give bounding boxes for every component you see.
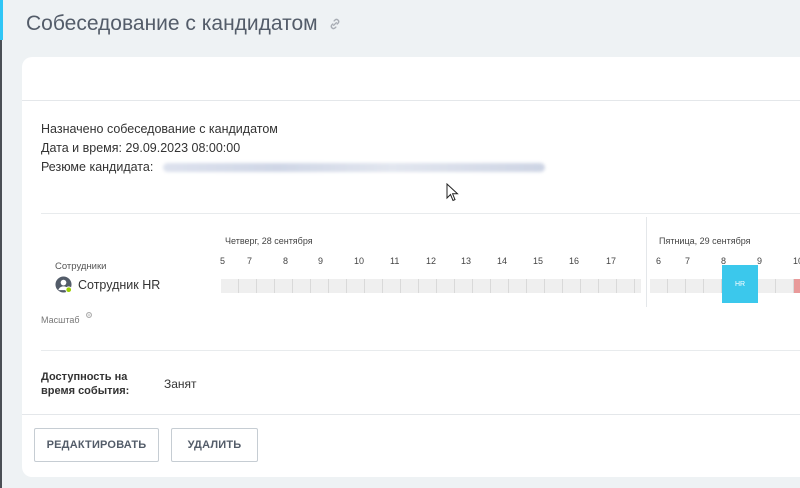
- timeline-track-thursday[interactable]: [221, 279, 641, 293]
- day-label-thursday: Четверг, 28 сентября: [225, 236, 313, 246]
- card-top-divider: [22, 100, 800, 101]
- footer-divider: [22, 414, 800, 415]
- left-edge-bar: [0, 40, 2, 488]
- event-card: Назначено собеседование с кандидатом Дат…: [22, 57, 800, 477]
- day-separator: [646, 217, 647, 307]
- availability-label-line: Доступность на: [41, 371, 128, 383]
- gear-icon[interactable]: [85, 311, 93, 319]
- resume-link-blurred[interactable]: [162, 163, 545, 173]
- hour-label: 11: [390, 256, 400, 266]
- scale-label: Масштаб: [41, 315, 80, 325]
- availability-divider: [41, 350, 800, 351]
- delete-button[interactable]: УДАЛИТЬ: [171, 428, 258, 462]
- hour-label: 7: [247, 256, 253, 266]
- page-header: Собеседование с кандидатом: [26, 12, 342, 36]
- mouse-cursor-icon: [446, 183, 459, 202]
- hour-label: 10: [354, 256, 365, 266]
- event-description: Назначено собеседование с кандидатом Дат…: [41, 120, 545, 177]
- staff-label: Сотрудники: [55, 261, 107, 272]
- availability-label: Доступность на время события:: [41, 371, 129, 398]
- hour-label: 12: [426, 256, 437, 266]
- hour-label: 15: [533, 256, 544, 266]
- busy-other-block[interactable]: [794, 279, 800, 293]
- hour-label: 13: [461, 256, 472, 266]
- busy-event-block[interactable]: HR: [722, 265, 758, 303]
- hour-label: 14: [497, 256, 508, 266]
- scale-control[interactable]: Масштаб: [41, 312, 93, 325]
- hour-label: 8: [283, 256, 289, 266]
- hour-label: 7: [685, 256, 691, 266]
- date-time-line: Дата и время: 29.09.2023 08:00:00: [41, 141, 241, 155]
- hour-label: 6: [656, 256, 662, 266]
- employee-name[interactable]: Сотрудник HR: [78, 278, 160, 292]
- link-icon[interactable]: [328, 17, 342, 31]
- hour-label: 17: [606, 256, 617, 266]
- hour-label: 16: [569, 256, 580, 266]
- hour-label: 10: [793, 256, 800, 266]
- availability-value: Занят: [164, 377, 197, 391]
- day-label-friday: Пятница, 29 сентября: [659, 236, 751, 246]
- edit-button[interactable]: РЕДАКТИРОВАТЬ: [34, 428, 159, 462]
- info-divider: [41, 213, 800, 214]
- employee-row: Сотрудник HR: [55, 276, 160, 293]
- hour-label: 5: [220, 256, 226, 266]
- user-avatar-icon: [55, 276, 72, 293]
- resume-label: Резюме кандидата:: [41, 160, 154, 174]
- left-accent-bar: [0, 0, 3, 40]
- availability-label-line: время события:: [41, 384, 130, 397]
- page-title: Собеседование с кандидатом: [26, 12, 318, 35]
- hour-label: 9: [318, 256, 324, 266]
- busy-event-label: HR: [734, 280, 746, 288]
- description-line: Назначено собеседование с кандидатом: [41, 122, 278, 136]
- resume-line: Резюме кандидата:: [41, 158, 545, 177]
